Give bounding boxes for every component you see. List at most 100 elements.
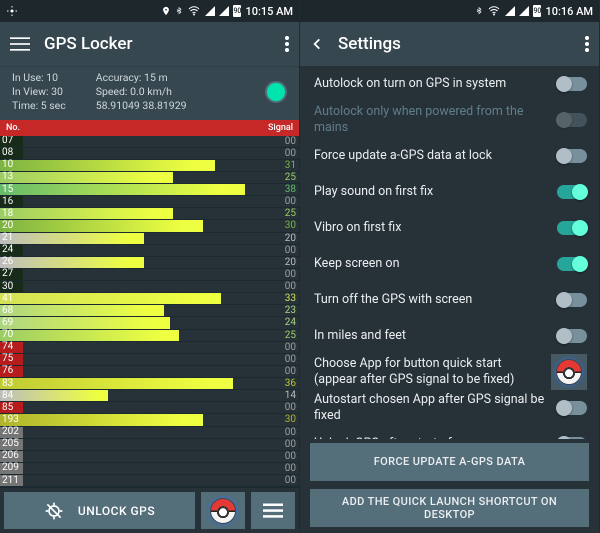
app-chooser-icon[interactable] xyxy=(551,354,587,390)
status-bar: 90 10:16 AM xyxy=(300,0,599,22)
setting-item[interactable]: Force update a-GPS data at lock xyxy=(300,138,599,174)
gps-info: In Use: 10 In View: 30 Time: 5 sec Accur… xyxy=(0,66,299,120)
satellite-row: 1825 xyxy=(0,208,299,220)
sat-signal: 25 xyxy=(285,208,299,219)
sat-number: 84 xyxy=(0,391,30,401)
sat-signal: 24 xyxy=(285,317,299,328)
sat-number: 16 xyxy=(0,197,30,207)
sat-number: 26 xyxy=(0,257,30,267)
accuracy: Accuracy: 15 m xyxy=(96,71,187,85)
location-icon xyxy=(6,5,18,17)
sat-number: 08 xyxy=(0,148,30,158)
sat-signal: 25 xyxy=(285,172,299,183)
more-icon[interactable] xyxy=(585,36,589,52)
sat-number: 74 xyxy=(0,342,30,352)
force-update-button[interactable]: FORCE UPDATE A-GPS DATA xyxy=(310,443,589,481)
satellite-row: 10 31 xyxy=(0,160,299,172)
satellite-row: 1538 xyxy=(0,184,299,196)
satellite-row: 2030 xyxy=(0,220,299,232)
app-title: Settings xyxy=(338,34,401,54)
toggle-switch[interactable] xyxy=(557,437,587,439)
sat-number: 15 xyxy=(0,185,30,195)
toggle-switch[interactable] xyxy=(557,401,587,415)
sat-signal: 00 xyxy=(285,439,299,450)
menu-button[interactable] xyxy=(251,492,295,529)
sat-number: 205 xyxy=(0,439,30,449)
add-shortcut-button[interactable]: ADD THE QUICK LAUNCH SHORTCUT ON DESKTOP xyxy=(310,489,589,527)
satellite-row: 8500 xyxy=(0,402,299,414)
unlock-gps-button[interactable]: UNLOCK GPS xyxy=(4,492,195,529)
main-screen: 90 10:15 AM GPS Locker In Use: 10 In Vie… xyxy=(0,0,300,533)
app-bar: GPS Locker xyxy=(0,22,299,66)
setting-item[interactable]: Choose App for button quick start (appea… xyxy=(300,354,599,390)
sat-signal: 36 xyxy=(285,378,299,389)
quick-launch-button[interactable] xyxy=(201,492,245,529)
sat-signal: 31 xyxy=(285,160,299,171)
sat-number: 193 xyxy=(0,415,30,425)
back-icon[interactable] xyxy=(310,35,324,53)
satellite-row: 20600 xyxy=(0,451,299,463)
sat-number: 21 xyxy=(0,233,30,243)
setting-item[interactable]: Autolock on turn on GPS in system xyxy=(300,66,599,102)
satellite-row: 2400 xyxy=(0,245,299,257)
sat-number: 211 xyxy=(0,476,30,486)
app-title: GPS Locker xyxy=(44,34,132,54)
sat-number: 68 xyxy=(0,306,30,316)
setting-label: Autolock only when powered from the main… xyxy=(314,104,547,135)
table-header: No. Signal xyxy=(0,120,299,136)
col-signal: Signal xyxy=(268,123,293,133)
sat-signal: 00 xyxy=(285,463,299,474)
bluetooth-icon xyxy=(175,5,183,17)
sat-signal: 00 xyxy=(285,269,299,280)
sat-number: 76 xyxy=(0,366,30,376)
setting-label: In miles and feet xyxy=(314,328,547,344)
toggle-switch[interactable] xyxy=(557,77,587,91)
sat-signal: 23 xyxy=(285,305,299,316)
sat-signal: 00 xyxy=(285,136,299,147)
setting-label: Force update a-GPS data at lock xyxy=(314,148,547,164)
bluetooth-icon xyxy=(475,5,483,17)
sat-signal: 20 xyxy=(285,233,299,244)
setting-item[interactable]: Play sound on first fix xyxy=(300,174,599,210)
satellite-row: 7025 xyxy=(0,330,299,342)
more-icon[interactable] xyxy=(285,36,289,52)
wifi-icon xyxy=(487,5,501,17)
setting-label: Vibro on first fix xyxy=(314,220,547,236)
satellite-row: 68 23 xyxy=(0,305,299,317)
toggle-switch[interactable] xyxy=(557,257,587,271)
sat-number: 10 xyxy=(0,160,30,170)
signal-icon xyxy=(219,6,229,16)
setting-item[interactable]: Autostart chosen App after GPS signal be… xyxy=(300,390,599,426)
sat-number: 70 xyxy=(0,330,30,340)
sat-number: 20 xyxy=(0,221,30,231)
satellite-row: 21 20 xyxy=(0,233,299,245)
toggle-switch[interactable] xyxy=(557,149,587,163)
satellite-row: 20900 xyxy=(0,463,299,475)
setting-item[interactable]: Keep screen on xyxy=(300,246,599,282)
sat-number: 75 xyxy=(0,354,30,364)
setting-item[interactable]: Unlock GPS after start of app. xyxy=(300,426,599,439)
sat-signal: 00 xyxy=(285,427,299,438)
app-bar: Settings xyxy=(300,22,599,66)
in-use: In Use: 10 xyxy=(12,71,66,85)
sat-number: 18 xyxy=(0,209,30,219)
setting-item[interactable]: Turn off the GPS with screen xyxy=(300,282,599,318)
sat-signal: 00 xyxy=(285,366,299,377)
setting-item[interactable]: In miles and feet xyxy=(300,318,599,354)
satellite-row: 76 00 xyxy=(0,366,299,378)
toggle-switch[interactable] xyxy=(557,185,587,199)
sat-signal: 30 xyxy=(285,220,299,231)
pokeball-icon xyxy=(556,359,582,385)
satellite-row: 1325 xyxy=(0,172,299,184)
sat-signal: 00 xyxy=(285,475,299,486)
toggle-switch[interactable] xyxy=(557,221,587,235)
toggle-switch[interactable] xyxy=(557,329,587,343)
in-view: In View: 30 xyxy=(12,85,66,99)
sat-signal: 00 xyxy=(285,402,299,413)
toggle-switch[interactable] xyxy=(557,293,587,307)
hamburger-icon[interactable] xyxy=(10,34,30,54)
sat-signal: 33 xyxy=(285,293,299,304)
satellite-row: 2620 xyxy=(0,257,299,269)
setting-item[interactable]: Vibro on first fix xyxy=(300,210,599,246)
settings-list: Autolock on turn on GPS in systemAutoloc… xyxy=(300,66,599,439)
